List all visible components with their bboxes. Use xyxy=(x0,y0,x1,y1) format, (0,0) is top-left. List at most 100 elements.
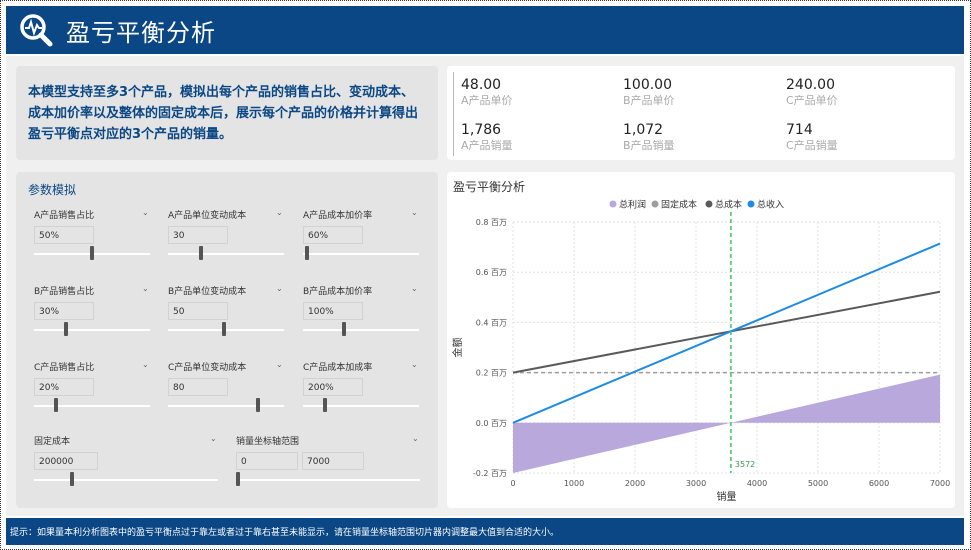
slicer-value-input[interactable]: 200% xyxy=(303,378,363,396)
kpi-item: 714 C产品销量 xyxy=(786,121,838,153)
header-bar: 盈亏平衡分析 xyxy=(6,6,964,54)
param-slicer[interactable]: A产品销售占比 ⌄ 50% xyxy=(34,208,150,264)
slicer-value-input[interactable]: 60% xyxy=(303,226,363,244)
legend-label: 总利润 xyxy=(619,199,646,211)
chevron-down-icon[interactable]: ⌄ xyxy=(276,208,283,217)
kpi-value: 714 xyxy=(786,122,813,138)
y-tick-label: 0.0 百万 xyxy=(476,419,507,428)
legend-label: 总成本 xyxy=(715,199,742,211)
slicer-label: 固定成本 xyxy=(34,437,71,447)
slider-track[interactable] xyxy=(168,329,284,331)
slicer-value-input[interactable]: 100% xyxy=(303,302,363,320)
slicer-value-input[interactable]: 80 xyxy=(168,378,228,396)
y-tick-label: 0.4 百万 xyxy=(476,318,507,327)
breakeven-label: 3572 xyxy=(735,460,755,469)
kpi-value: 1,072 xyxy=(623,122,664,138)
slider-handle[interactable] xyxy=(342,322,347,336)
y-tick-label: -0.2 百万 xyxy=(473,469,507,478)
slider-track[interactable] xyxy=(168,253,284,255)
kpi-value: 100.00 xyxy=(623,77,672,93)
y-tick-label: 0.8 百万 xyxy=(476,218,507,227)
slicer-value-input[interactable]: 30% xyxy=(34,302,94,320)
kpi-label: C产品销量 xyxy=(786,139,838,152)
breakeven-chart[interactable]: -0.2 百万 0.0 百万 0.2 百万 0.4 百万 0.6 百万 0.8 百万 0 10… xyxy=(447,172,955,508)
slicer-label: C产品销售占比 xyxy=(34,363,95,373)
slider-track[interactable] xyxy=(34,405,150,407)
y-tick-label: 0.6 百万 xyxy=(476,268,507,277)
param-slicer[interactable]: A产品成本加价率 ⌄ 60% xyxy=(303,208,419,264)
slicer-label: A产品销售占比 xyxy=(34,211,95,221)
slicer-label: B产品成本加价率 xyxy=(303,287,373,297)
kpi-value: 1,786 xyxy=(461,122,502,138)
legend-label: 固定成本 xyxy=(661,199,697,211)
axis-range-slicer[interactable]: 销量坐标轴范围 ⌄ 0 7000 xyxy=(236,434,420,490)
slicer-label: C产品成本加成率 xyxy=(303,363,373,373)
param-slicer[interactable]: C产品单位变动成本 ⌄ 80 xyxy=(168,360,284,416)
slider-track[interactable] xyxy=(303,253,419,255)
chevron-down-icon[interactable]: ⌄ xyxy=(210,434,217,443)
profit-area xyxy=(513,374,940,473)
slicer-label: C产品单位变动成本 xyxy=(168,363,247,373)
x-tick-label: 3000 xyxy=(686,479,706,488)
param-slicer[interactable]: A产品单位变动成本 ⌄ 30 xyxy=(168,208,284,264)
breakeven-chart-panel: 盈亏平衡分析 -0.2 百万 0.0 百万 0.2 百万 0.4 百万 0.6 百万 0.… xyxy=(447,172,955,508)
kpi-item: 100.00 B产品单价 xyxy=(623,76,675,108)
slider-handle[interactable] xyxy=(54,398,59,412)
slicer-label: B产品单位变动成本 xyxy=(168,287,247,297)
kpi-value: 240.00 xyxy=(786,77,835,93)
range-min-input[interactable]: 0 xyxy=(236,452,298,470)
slider-track[interactable] xyxy=(303,405,419,407)
chevron-down-icon[interactable]: ⌄ xyxy=(276,284,283,293)
slider-track[interactable] xyxy=(168,405,284,407)
slider-handle[interactable] xyxy=(256,398,261,412)
legend-marker xyxy=(747,200,755,208)
slicer-value-input[interactable]: 200000 xyxy=(34,452,98,470)
chevron-down-icon[interactable]: ⌄ xyxy=(412,434,419,443)
kpi-label: B产品销量 xyxy=(623,139,675,152)
chevron-down-icon[interactable]: ⌄ xyxy=(276,360,283,369)
fixed-cost-slicer[interactable]: 固定成本 ⌄ 200000 xyxy=(34,434,218,490)
x-tick-label: 6000 xyxy=(869,479,889,488)
kpi-label: C产品单价 xyxy=(786,94,838,107)
slider-track[interactable] xyxy=(303,329,419,331)
slider-handle[interactable] xyxy=(323,398,328,412)
slicer-value-input[interactable]: 20% xyxy=(34,378,94,396)
legend-marker xyxy=(705,200,713,208)
chart-magnifier-icon xyxy=(20,14,53,47)
range-max-input[interactable]: 7000 xyxy=(302,452,364,470)
slider-handle[interactable] xyxy=(90,246,94,260)
chevron-down-icon[interactable]: ⌄ xyxy=(411,360,418,369)
slider-handle[interactable] xyxy=(305,246,310,260)
slider-handle[interactable] xyxy=(236,472,240,486)
kpi-label: A产品单价 xyxy=(461,94,513,107)
y-tick-label: 0.2 百万 xyxy=(476,369,507,378)
kpi-card: 48.00 A产品单价 100.00 B产品单价 240.00 C产品单价 1,786 A产品… xyxy=(447,66,955,160)
legend-marker xyxy=(609,200,617,208)
kpi-item: 1,786 A产品销量 xyxy=(461,121,513,153)
param-slicer[interactable]: B产品销售占比 ⌄ 30% xyxy=(34,284,150,340)
slider-track[interactable] xyxy=(236,479,420,481)
chevron-down-icon[interactable]: ⌄ xyxy=(411,284,418,293)
slider-handle[interactable] xyxy=(70,472,74,486)
slicer-value-input[interactable]: 50 xyxy=(168,302,228,320)
param-slicer[interactable]: C产品成本加成率 ⌄ 200% xyxy=(303,360,419,416)
chevron-down-icon[interactable]: ⌄ xyxy=(142,284,149,293)
param-slicer[interactable]: B产品单位变动成本 ⌄ 50 xyxy=(168,284,284,340)
page-title: 盈亏平衡分析 xyxy=(66,18,216,47)
slider-track[interactable] xyxy=(34,329,150,331)
slicer-value-input[interactable]: 50% xyxy=(34,226,94,244)
slicer-label: A产品单位变动成本 xyxy=(168,211,247,221)
param-slicer[interactable]: C产品销售占比 ⌄ 20% xyxy=(34,360,150,416)
slider-track[interactable] xyxy=(34,479,218,481)
slider-handle[interactable] xyxy=(64,322,69,336)
description-text: 本模型支持至多3个产品，模拟出每个产品的销售占比、变动成本、成本加价率以及整体的… xyxy=(28,85,419,142)
kpi-item: 1,072 B产品销量 xyxy=(623,121,675,153)
chevron-down-icon[interactable]: ⌄ xyxy=(411,208,418,217)
chevron-down-icon[interactable]: ⌄ xyxy=(142,360,149,369)
footer-tip: 提示：如果量本利分析图表中的盈亏平衡点过于靠左或者过于靠右甚至未能显示，请在销量… xyxy=(6,518,964,545)
slicer-value-input[interactable]: 30 xyxy=(168,226,228,244)
chevron-down-icon[interactable]: ⌄ xyxy=(142,208,149,217)
param-slicer[interactable]: B产品成本加价率 ⌄ 100% xyxy=(303,284,419,340)
slider-handle[interactable] xyxy=(221,322,226,336)
slider-handle[interactable] xyxy=(199,246,204,260)
